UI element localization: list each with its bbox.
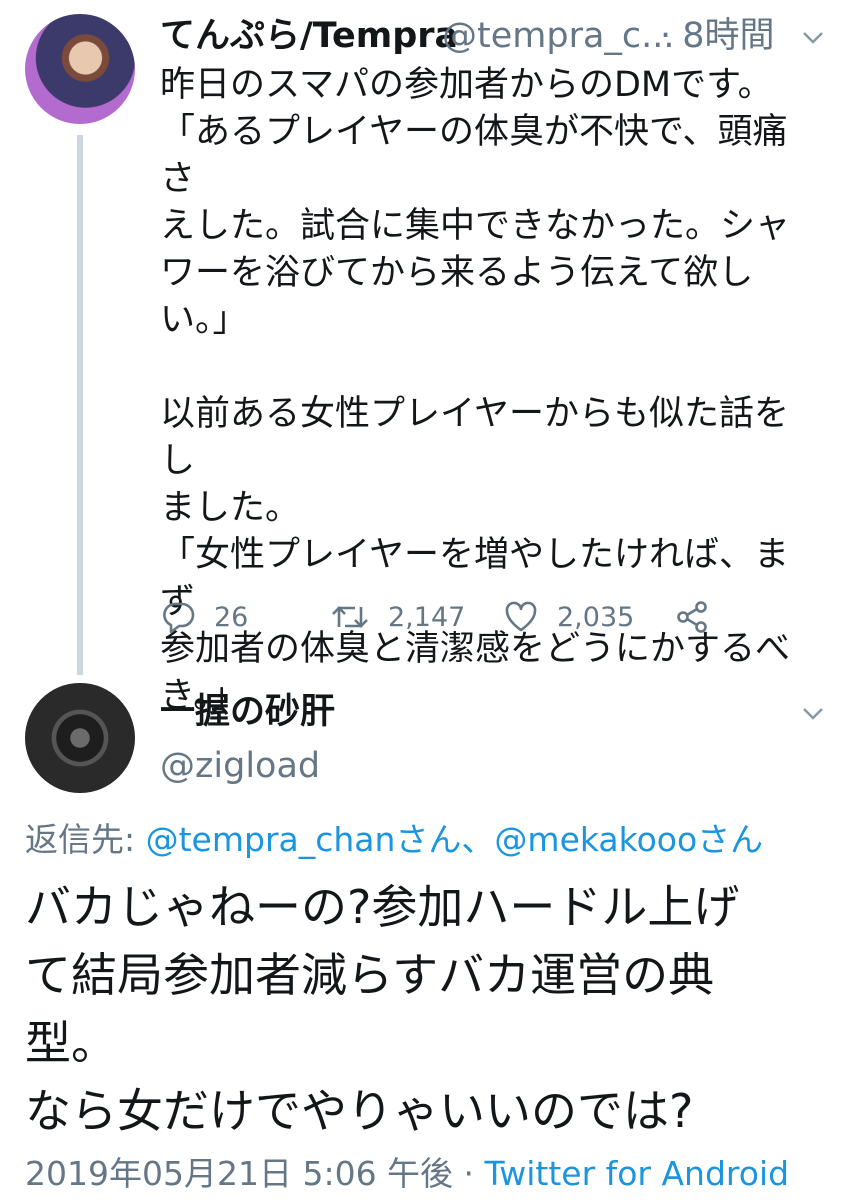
retweet-action[interactable]: 2,147 [330, 597, 465, 637]
reply-author-name[interactable]: 一握の砂肝 [160, 690, 335, 734]
reply-action[interactable]: 26 [160, 597, 248, 637]
reply-count: 26 [214, 601, 249, 633]
author-avatar[interactable] [25, 14, 135, 124]
chevron-down-icon[interactable] [800, 24, 826, 50]
tweet-body: 昨日のスマパの参加者からのDMです。 「あるプレイヤーの体臭が不快で、頭痛さ え… [160, 65, 791, 716]
tweet-time[interactable]: · 8時間 [660, 14, 775, 58]
reply-to-mentions[interactable]: @tempra_chanさん、@mekakoooさん [146, 820, 764, 859]
reply-author-handle[interactable]: @zigload [160, 744, 320, 788]
like-action[interactable]: 2,035 [503, 597, 634, 637]
author-name[interactable]: てんぷら/Tempra [160, 14, 458, 58]
reply-to-line: 返信先: @tempra_chanさん、@mekakoooさん [25, 818, 763, 862]
reply-source[interactable]: Twitter for Android [485, 1154, 790, 1193]
reply-author-avatar[interactable] [25, 683, 135, 793]
like-icon [505, 601, 537, 632]
chevron-down-icon[interactable] [800, 700, 826, 726]
author-handle[interactable]: @tempra_c... [442, 14, 675, 58]
reply-timestamp[interactable]: 2019年05月21日 5:06 午後 · [25, 1154, 485, 1193]
reply-body: バカじゃねーの?参加ハードル上げ て結局参加者減らすバカ運営の典 型。 なら女だ… [25, 880, 740, 1138]
share-action[interactable] [674, 597, 710, 637]
reply-footer: 2019年05月21日 5:06 午後 · Twitter for Androi… [25, 1152, 789, 1196]
share-icon [677, 601, 707, 633]
like-count: 2,035 [557, 601, 635, 633]
reply-to-prefix: 返信先: [25, 820, 146, 859]
retweet-icon [332, 606, 368, 628]
reply-icon [163, 602, 195, 634]
thread-line [77, 135, 83, 675]
retweet-count: 2,147 [388, 601, 466, 633]
